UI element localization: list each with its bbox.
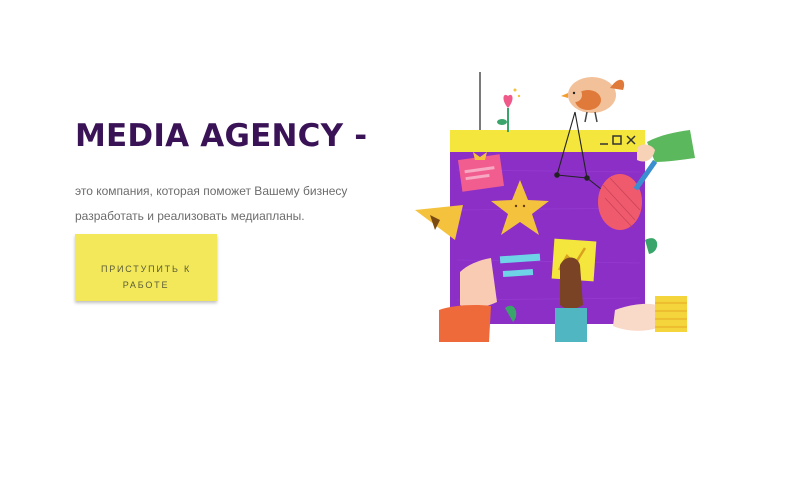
bird-icon bbox=[561, 77, 625, 123]
get-started-button[interactable]: ПРИСТУПИТЬ К РАБОТЕ bbox=[75, 234, 217, 301]
heart-icon bbox=[598, 174, 642, 230]
hand-icon-left bbox=[439, 258, 497, 342]
hero-description: это компания, которая поможет Вашему биз… bbox=[75, 184, 348, 223]
flower-icon bbox=[497, 88, 521, 132]
hand-icon bbox=[637, 130, 695, 162]
hero-title: MEDIA AGENCY - bbox=[75, 118, 368, 154]
fan-icon bbox=[415, 205, 463, 240]
hero-illustration bbox=[415, 72, 695, 342]
